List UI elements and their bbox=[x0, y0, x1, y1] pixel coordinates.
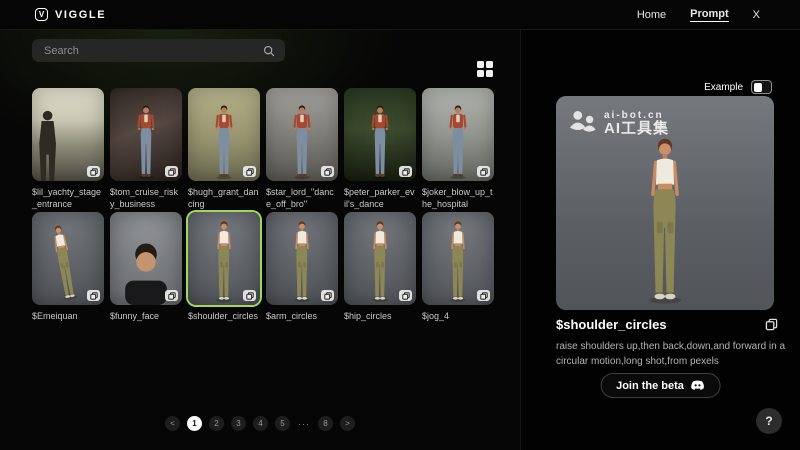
top-bar: V VIGGLE Home Prompt X bbox=[0, 0, 800, 30]
template-badge-icon bbox=[321, 290, 334, 301]
preview-panel: Example ai-bot.cn AI工具集 $shoulder_circle… bbox=[520, 30, 800, 450]
grid-item-label: $hip_circles bbox=[344, 305, 416, 336]
nav-item-prompt[interactable]: Prompt bbox=[690, 8, 729, 22]
grid-item[interactable]: $hip_circles bbox=[344, 212, 416, 336]
grid-item-label: $shoulder_circles bbox=[188, 305, 260, 336]
grid-item-label: $jog_4 bbox=[422, 305, 494, 336]
example-label: Example bbox=[704, 82, 743, 93]
grid-item[interactable]: $arm_circles bbox=[266, 212, 338, 336]
grid-item-thumbnail bbox=[188, 88, 260, 181]
join-beta-label: Join the beta bbox=[616, 380, 684, 392]
grid-item[interactable]: $shoulder_circles bbox=[188, 212, 260, 336]
help-button[interactable]: ? bbox=[756, 408, 782, 434]
grid-item[interactable]: $lil_yachty_stage_entrance bbox=[32, 88, 104, 212]
pagination-page-2[interactable]: 2 bbox=[209, 416, 224, 431]
pagination-page-4[interactable]: 4 bbox=[253, 416, 268, 431]
search-input[interactable] bbox=[42, 44, 263, 58]
preview-title: $shoulder_circles bbox=[556, 317, 667, 332]
grid-item-thumbnail bbox=[344, 212, 416, 305]
pagination-page-3[interactable]: 3 bbox=[231, 416, 246, 431]
library-panel: $lil_yachty_stage_entrance $tom_cruise_r… bbox=[0, 30, 520, 450]
grid-item[interactable]: $Emeiquan bbox=[32, 212, 104, 336]
grid-item-label: $funny_face bbox=[110, 305, 182, 336]
grid-item-thumbnail bbox=[344, 88, 416, 181]
search-icon[interactable] bbox=[263, 45, 275, 57]
preview-title-row: $shoulder_circles bbox=[556, 317, 778, 332]
grid-item-thumbnail bbox=[110, 88, 182, 181]
copy-icon[interactable] bbox=[765, 318, 778, 331]
template-badge-icon bbox=[399, 166, 412, 177]
grid-item-label: $lil_yachty_stage_entrance bbox=[32, 181, 104, 212]
template-badge-icon bbox=[321, 166, 334, 177]
grid-item[interactable]: $peter_parker_evil's_dance bbox=[344, 88, 416, 212]
grid-item[interactable]: $hugh_grant_dancing bbox=[188, 88, 260, 212]
template-badge-icon bbox=[165, 290, 178, 301]
pagination: <12345 ··· 8 > bbox=[0, 416, 520, 431]
grid-item[interactable]: $jog_4 bbox=[422, 212, 494, 336]
grid-item-thumbnail bbox=[422, 88, 494, 181]
grid-item-label: $peter_parker_evil's_dance bbox=[344, 181, 416, 212]
grid-item[interactable]: $tom_cruise_risky_business bbox=[110, 88, 182, 212]
grid-item-label: $tom_cruise_risky_business bbox=[110, 181, 182, 212]
search-bar[interactable] bbox=[32, 39, 285, 62]
template-badge-icon bbox=[243, 290, 256, 301]
nav-item-x[interactable]: X bbox=[753, 9, 760, 21]
template-badge-icon bbox=[477, 166, 490, 177]
template-badge-icon bbox=[87, 166, 100, 177]
grid-item-label: $Emeiquan bbox=[32, 305, 104, 336]
pagination-next-button[interactable]: > bbox=[340, 416, 355, 431]
toggle-knob-icon bbox=[754, 83, 762, 92]
grid-item-label: $arm_circles bbox=[266, 305, 338, 336]
top-nav: Home Prompt X bbox=[637, 8, 760, 22]
pagination-ellipsis: ··· bbox=[297, 419, 311, 429]
preview-card: ai-bot.cn AI工具集 bbox=[556, 96, 774, 310]
grid-item[interactable]: $joker_blow_up_the_hospital bbox=[422, 88, 494, 212]
preview-description: raise shoulders up,then back,down,and fo… bbox=[556, 339, 786, 369]
grid-item-thumbnail bbox=[32, 212, 104, 305]
viggle-logo-icon: V bbox=[35, 8, 48, 21]
pagination-prev-button[interactable]: < bbox=[165, 416, 180, 431]
ai-bot-logo-icon bbox=[569, 109, 596, 139]
example-toggle[interactable] bbox=[751, 80, 772, 94]
template-badge-icon bbox=[477, 290, 490, 301]
grid-item-thumbnail bbox=[110, 212, 182, 305]
template-badge-icon bbox=[243, 166, 256, 177]
grid-item-label: $joker_blow_up_the_hospital bbox=[422, 181, 494, 212]
grid-item-thumbnail bbox=[422, 212, 494, 305]
viggle-logo[interactable]: V VIGGLE bbox=[35, 8, 106, 21]
template-badge-icon bbox=[165, 166, 178, 177]
grid-item-label: $star_lord_"dance_off_bro" bbox=[266, 181, 338, 212]
grid-view-icon[interactable] bbox=[477, 61, 493, 77]
discord-icon bbox=[691, 380, 705, 391]
join-beta-button[interactable]: Join the beta bbox=[600, 373, 721, 398]
example-row: Example bbox=[704, 80, 772, 94]
template-grid: $lil_yachty_stage_entrance $tom_cruise_r… bbox=[32, 88, 494, 336]
grid-item-thumbnail bbox=[32, 88, 104, 181]
grid-item-label: $hugh_grant_dancing bbox=[188, 181, 260, 212]
template-badge-icon bbox=[399, 290, 412, 301]
brand-name: VIGGLE bbox=[55, 9, 106, 21]
pagination-page-1[interactable]: 1 bbox=[187, 416, 202, 431]
grid-item[interactable]: $star_lord_"dance_off_bro" bbox=[266, 88, 338, 212]
grid-item-thumbnail bbox=[188, 212, 260, 305]
nav-item-home[interactable]: Home bbox=[637, 9, 666, 21]
pagination-page-8[interactable]: 8 bbox=[318, 416, 333, 431]
grid-item[interactable]: $funny_face bbox=[110, 212, 182, 336]
grid-item-thumbnail bbox=[266, 212, 338, 305]
template-badge-icon bbox=[87, 290, 100, 301]
pagination-page-5[interactable]: 5 bbox=[275, 416, 290, 431]
grid-item-thumbnail bbox=[266, 88, 338, 181]
